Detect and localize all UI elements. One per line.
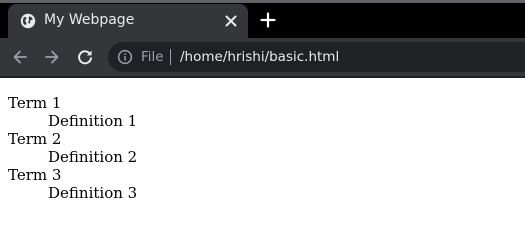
definition-description: Definition 3 [48,184,138,202]
toolbar: File /home/hrishi/basic.html [0,38,525,76]
page-content: Term 1 Definition 1 Term 2 Definition 2 … [0,78,525,251]
plus-icon[interactable] [258,10,278,30]
url-text[interactable]: /home/hrishi/basic.html [180,48,339,66]
arrow-left-icon[interactable] [10,47,30,67]
definition-description: Definition 2 [48,148,138,166]
tab-title: My Webpage [44,12,135,28]
address-bar[interactable]: File /home/hrishi/basic.html [108,42,525,72]
reload-icon[interactable] [75,47,95,67]
tab-strip: My Webpage [0,0,525,38]
globe-icon [20,13,36,29]
omnibox-divider [170,49,171,65]
definition-term: Term 3 [8,166,62,184]
info-icon[interactable] [117,49,133,65]
tab-my-webpage[interactable]: My Webpage [8,4,248,38]
arrow-right-icon[interactable] [42,47,62,67]
definition-list: Term 1 Definition 1 Term 2 Definition 2 … [0,78,525,202]
definition-term: Term 2 [8,130,62,148]
browser-window: My Webpage File /home/hrishi/basic.html … [0,0,525,251]
scheme-label: File [141,49,164,65]
close-icon[interactable] [222,12,240,30]
definition-term: Term 1 [8,94,62,112]
definition-description: Definition 1 [48,112,138,130]
